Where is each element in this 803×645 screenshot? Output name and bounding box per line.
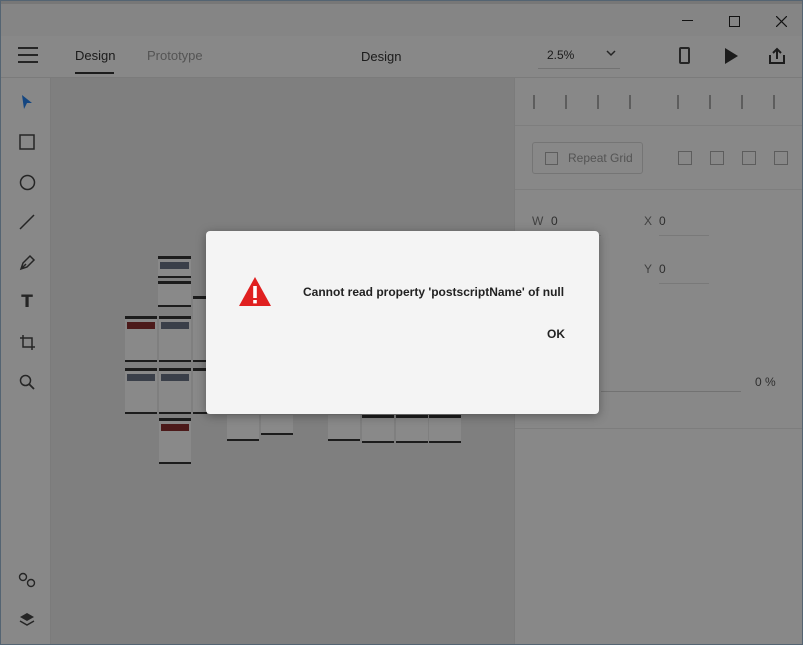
error-dialog: Cannot read property 'postscriptName' of… xyxy=(206,231,599,414)
warning-icon xyxy=(238,275,272,309)
error-message: Cannot read property 'postscriptName' of… xyxy=(303,285,565,299)
ok-button[interactable]: OK xyxy=(547,327,565,341)
